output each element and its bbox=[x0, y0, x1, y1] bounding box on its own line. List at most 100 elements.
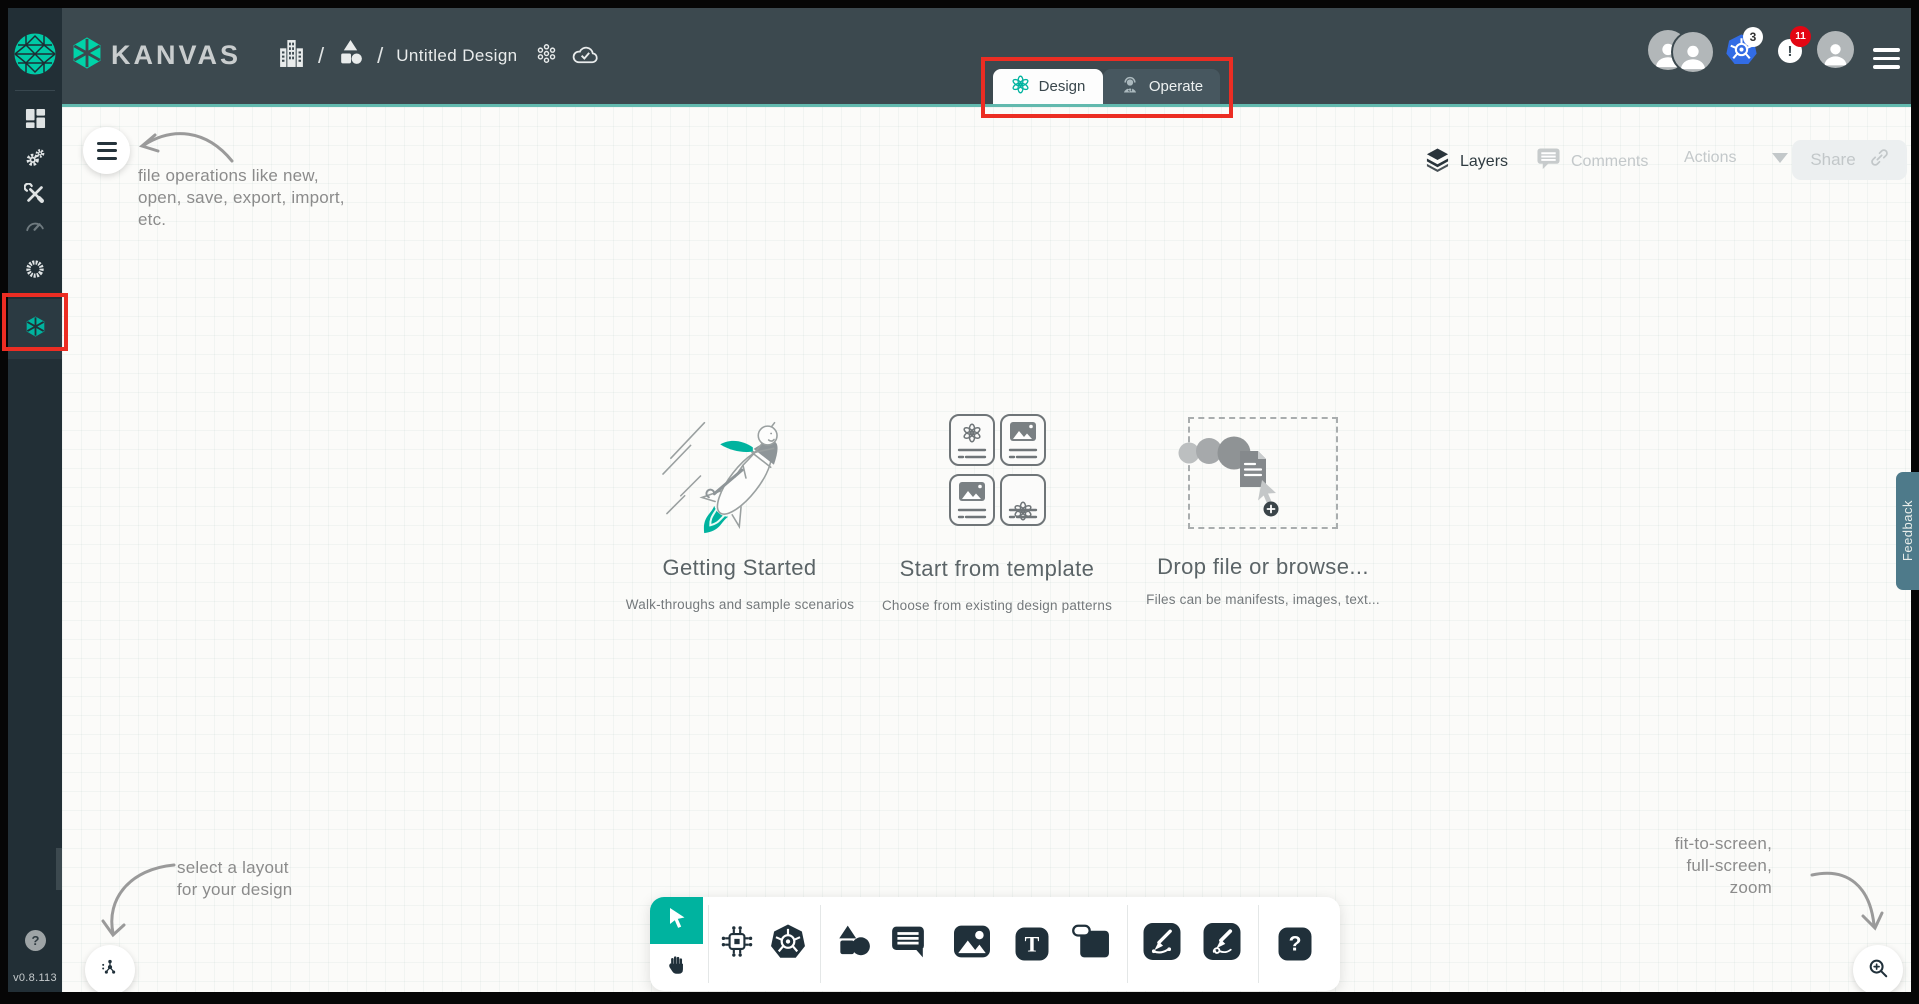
cursor-arrow-icon bbox=[665, 906, 689, 935]
note-tool[interactable] bbox=[1072, 925, 1110, 964]
toolbar-divider bbox=[1127, 905, 1128, 983]
organization-icon[interactable] bbox=[278, 39, 305, 73]
extensions-icon bbox=[24, 258, 46, 285]
kanvas-logo-text: KANVAS bbox=[111, 40, 241, 71]
select-tool[interactable] bbox=[650, 897, 703, 944]
operate-person-icon bbox=[1120, 75, 1140, 99]
kanvas-logo-icon bbox=[70, 36, 104, 75]
kanvas-brand[interactable]: KANVAS bbox=[70, 36, 241, 75]
design-name[interactable]: Untitled Design bbox=[396, 46, 517, 66]
feedback-tab[interactable]: Feedback bbox=[1896, 472, 1919, 590]
card-subtitle: Choose from existing design patterns bbox=[862, 598, 1132, 613]
comments-button[interactable]: Comments bbox=[1536, 147, 1648, 176]
breadcrumb-separator: / bbox=[377, 43, 383, 69]
layers-label: Layers bbox=[1460, 153, 1508, 171]
configuration-tools-icon bbox=[24, 183, 46, 210]
zoom-in-icon bbox=[1867, 957, 1889, 984]
help-button[interactable]: ? bbox=[25, 930, 46, 951]
hand-icon bbox=[666, 954, 688, 981]
tools-dock: T bbox=[650, 897, 1340, 991]
header-menu-button[interactable] bbox=[1873, 48, 1900, 69]
design-canvas[interactable]: file operations like new, open, save, ex… bbox=[62, 107, 1911, 992]
annotation-arrow bbox=[98, 859, 180, 943]
sidebar-item-configuration[interactable] bbox=[8, 179, 62, 213]
drop-file-card[interactable]: Drop file or browse... Files can be mani… bbox=[1158, 392, 1368, 612]
image-tool[interactable] bbox=[954, 926, 990, 963]
notification-count-badge: 11 bbox=[1790, 26, 1811, 47]
file-menu-button[interactable] bbox=[83, 127, 130, 174]
template-grid-illustration bbox=[949, 414, 1046, 526]
annotation-zoom: fit-to-screen, full-screen, zoom bbox=[1667, 833, 1772, 899]
design-tab-label: Design bbox=[1039, 78, 1086, 95]
design-spiral-icon bbox=[1011, 75, 1030, 98]
share-link-icon bbox=[1870, 148, 1889, 172]
sidebar-item-extensions[interactable] bbox=[8, 254, 62, 288]
text-tool[interactable]: T bbox=[1016, 928, 1049, 961]
zoom-button[interactable] bbox=[1853, 945, 1903, 992]
left-sidebar: ? v0.8.113 bbox=[8, 8, 62, 992]
tab-operate[interactable]: Operate bbox=[1103, 69, 1220, 104]
workspace-shapes-icon[interactable] bbox=[337, 39, 364, 73]
annotation-file-operations: file operations like new, open, save, ex… bbox=[138, 165, 345, 231]
card-subtitle: Files can be manifests, images, text... bbox=[1128, 592, 1398, 607]
collaborator-avatar[interactable] bbox=[1671, 30, 1715, 74]
card-title: Getting Started bbox=[632, 555, 847, 581]
design-info-icon[interactable] bbox=[535, 42, 558, 70]
note-icon bbox=[1072, 925, 1110, 964]
sidebar-divider bbox=[15, 90, 55, 91]
toolbar-divider bbox=[1258, 905, 1259, 983]
shapes-tool[interactable] bbox=[834, 924, 872, 965]
comments-label: Comments bbox=[1571, 153, 1648, 171]
sidebar-item-performance[interactable] bbox=[8, 212, 62, 246]
toolbar-help-tool[interactable]: ? bbox=[1279, 928, 1312, 961]
edge-pen-tool[interactable] bbox=[1144, 923, 1181, 965]
help-tool-icon: ? bbox=[1279, 928, 1312, 961]
top-header: KANVAS / / bbox=[62, 8, 1911, 107]
layout-graph-icon bbox=[100, 958, 120, 983]
layout-select-button[interactable] bbox=[85, 945, 135, 992]
breadcrumb-separator: / bbox=[318, 43, 324, 69]
pencil-icon bbox=[1204, 923, 1241, 965]
card-subtitle: Walk-throughs and sample scenarios bbox=[610, 597, 870, 612]
toolbar-divider bbox=[820, 905, 821, 983]
operate-tab-label: Operate bbox=[1149, 78, 1203, 95]
lifecycle-gears-icon bbox=[24, 147, 46, 174]
chevron-down-icon bbox=[1772, 153, 1788, 163]
annotation-arrow bbox=[1808, 865, 1886, 939]
kubernetes-tool[interactable] bbox=[770, 923, 807, 965]
app-version: v0.8.113 bbox=[8, 972, 62, 984]
help-glyph: ? bbox=[32, 933, 40, 948]
sidebar-item-kanvas[interactable] bbox=[8, 299, 62, 359]
drop-file-illustration bbox=[1176, 430, 1294, 525]
chip-icon bbox=[719, 924, 755, 965]
component-tool[interactable] bbox=[719, 924, 755, 965]
start-from-template-card[interactable]: Start from template Choose from existing… bbox=[892, 392, 1102, 612]
pan-tool[interactable] bbox=[650, 944, 703, 991]
freehand-pencil-tool[interactable] bbox=[1204, 923, 1241, 965]
layers-button[interactable]: Layers bbox=[1425, 147, 1508, 177]
toolbar-divider bbox=[708, 905, 709, 983]
image-icon bbox=[954, 926, 990, 963]
rocket-doodle-illustration bbox=[650, 397, 830, 555]
card-title: Drop file or browse... bbox=[1138, 554, 1388, 580]
comment-tool[interactable] bbox=[890, 925, 926, 964]
performance-dial-icon bbox=[24, 216, 46, 243]
tab-design[interactable]: Design bbox=[993, 69, 1103, 104]
annotation-layout: select a layout for your design bbox=[177, 857, 292, 901]
kubernetes-count-badge: 3 bbox=[1743, 27, 1763, 47]
text-tool-icon: T bbox=[1016, 928, 1049, 961]
feedback-label: Feedback bbox=[1900, 500, 1915, 561]
share-button[interactable]: Share bbox=[1792, 140, 1907, 180]
card-title: Start from template bbox=[872, 556, 1122, 582]
layer5-logo-icon[interactable] bbox=[13, 32, 57, 76]
pen-icon bbox=[1144, 923, 1181, 965]
kanvas-hexagon-icon bbox=[24, 315, 47, 343]
getting-started-card[interactable]: Getting Started Walk-throughs and sample… bbox=[632, 392, 847, 612]
breadcrumb: / / Untitled Design bbox=[278, 34, 600, 78]
kubernetes-icon bbox=[770, 923, 807, 965]
actions-dropdown[interactable]: Actions bbox=[1684, 149, 1788, 167]
user-avatar[interactable] bbox=[1817, 31, 1854, 68]
sidebar-item-lifecycle[interactable] bbox=[8, 143, 62, 177]
sidebar-item-dashboard[interactable] bbox=[8, 104, 62, 138]
mode-toggle: Design Operate bbox=[993, 69, 1220, 104]
